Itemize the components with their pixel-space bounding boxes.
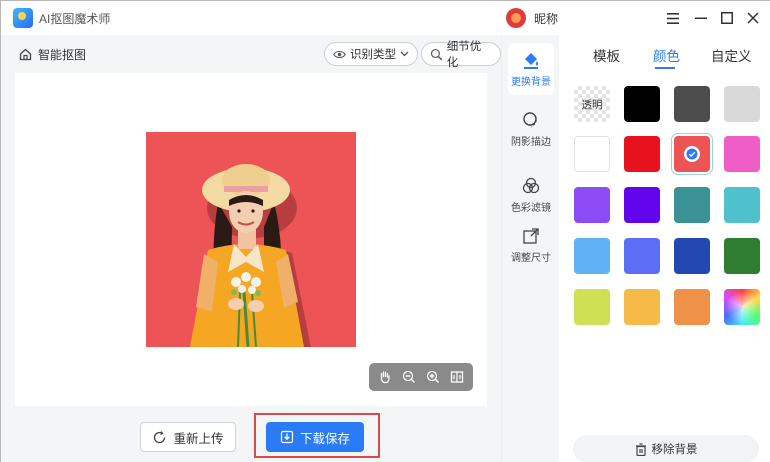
minimize-icon <box>695 17 707 19</box>
tool-shadow-outline[interactable]: 阴影描边 <box>508 103 554 155</box>
menu-button[interactable] <box>663 8 683 28</box>
paint-bucket-icon <box>524 53 538 69</box>
color-swatch[interactable] <box>574 289 610 325</box>
home-icon <box>19 48 32 61</box>
pan-hand-button[interactable] <box>376 368 394 386</box>
cutout-photo <box>146 132 356 347</box>
download-icon <box>280 430 294 444</box>
zoom-out-button[interactable] <box>400 368 418 386</box>
person-figure <box>190 164 311 347</box>
color-swatch[interactable] <box>724 187 760 223</box>
recognize-type-label: 识别类型 <box>350 49 396 61</box>
reupload-label: 重新上传 <box>173 431 224 446</box>
remove-background-label: 移除背景 <box>651 444 698 456</box>
compare-icon <box>450 371 464 383</box>
swatch-custom-color[interactable] <box>724 289 760 325</box>
download-highlight: 下载保存 <box>254 413 380 458</box>
download-save-button[interactable]: 下载保存 <box>266 422 364 452</box>
recognize-type-dropdown[interactable]: 识别类型 <box>324 42 418 66</box>
color-filter-icon <box>522 177 540 194</box>
tab-color[interactable]: 颜色 <box>653 45 680 65</box>
color-swatch[interactable] <box>674 289 710 325</box>
panel-tabs: 模板 颜色 自定义 <box>559 35 770 71</box>
color-swatch[interactable] <box>674 136 710 172</box>
avatar[interactable] <box>506 8 526 28</box>
color-swatch[interactable] <box>724 86 760 122</box>
resize-icon <box>523 228 539 244</box>
color-swatch[interactable] <box>724 238 760 274</box>
detail-optimize-label: 细节优化 <box>446 41 482 69</box>
workspace-toolbar: 智能抠图 识别类型 细节优化 <box>1 35 501 73</box>
color-swatch[interactable] <box>624 289 660 325</box>
zoom-in-icon <box>426 370 439 383</box>
zoom-toolbar <box>369 363 473 391</box>
color-swatch[interactable] <box>674 238 710 274</box>
minimize-button[interactable] <box>691 8 711 28</box>
hand-icon <box>380 371 390 384</box>
smart-cut-tab[interactable]: 智能抠图 <box>19 46 86 63</box>
refresh-icon <box>154 430 166 443</box>
color-swatch[interactable] <box>624 136 660 172</box>
maximize-icon <box>721 12 733 24</box>
background-panel: 模板 颜色 自定义 透明 移除背景 <box>559 35 770 462</box>
app-window: AI抠图魔术师 昵称 智能抠图 识别类型 细节优化 重新上传 下载保存 更换背景… <box>0 0 770 462</box>
zoom-in-button[interactable] <box>424 368 442 386</box>
tool-sidebar: 更换背景 阴影描边 色彩滤镜 调整尺寸 <box>501 35 559 462</box>
tab-template[interactable]: 模板 <box>593 45 620 65</box>
smart-cut-label: 智能抠图 <box>38 48 87 62</box>
color-swatch[interactable] <box>574 187 610 223</box>
chevron-down-icon <box>400 51 409 57</box>
color-swatch[interactable] <box>574 136 610 172</box>
tool-color-filter[interactable]: 色彩滤镜 <box>508 169 554 221</box>
nickname[interactable]: 昵称 <box>534 10 558 27</box>
color-swatch[interactable] <box>674 187 710 223</box>
reupload-button[interactable]: 重新上传 <box>140 422 236 452</box>
tool-label: 阴影描边 <box>511 137 551 148</box>
tool-change-background[interactable]: 更换背景 <box>508 43 554 95</box>
title-bar: AI抠图魔术师 昵称 <box>1 1 770 35</box>
remove-background-button[interactable]: 移除背景 <box>573 435 759 462</box>
preview-canvas <box>15 73 487 406</box>
active-tab-indicator <box>655 67 675 69</box>
download-save-label: 下载保存 <box>299 431 350 446</box>
detail-optimize-button[interactable]: 细节优化 <box>421 41 501 69</box>
color-swatch[interactable] <box>624 187 660 223</box>
workspace: 智能抠图 识别类型 细节优化 重新上传 下载保存 <box>1 35 501 462</box>
app-logo-icon <box>13 8 33 28</box>
tool-label: 调整尺寸 <box>511 253 551 264</box>
color-swatch[interactable] <box>674 86 710 122</box>
swatch-transparent[interactable]: 透明 <box>574 86 610 122</box>
magnifier-icon <box>430 48 443 60</box>
fit-compare-button[interactable] <box>448 368 466 386</box>
shadow-outline-icon <box>523 112 537 127</box>
maximize-button[interactable] <box>717 8 737 28</box>
menu-icon <box>667 12 679 24</box>
tab-custom[interactable]: 自定义 <box>711 45 752 65</box>
checkmark-icon <box>684 146 700 162</box>
color-swatch[interactable] <box>724 136 760 172</box>
close-button[interactable] <box>743 8 763 28</box>
swatch-transparent-label: 透明 <box>581 98 603 111</box>
color-swatch[interactable] <box>624 238 660 274</box>
color-swatch[interactable] <box>574 238 610 274</box>
trash-icon <box>635 442 646 456</box>
eye-icon <box>333 50 346 58</box>
tool-resize[interactable]: 调整尺寸 <box>508 219 554 271</box>
app-title: AI抠图魔术师 <box>39 12 111 26</box>
close-icon <box>747 12 759 24</box>
zoom-out-icon <box>402 370 415 383</box>
tool-label: 更换背景 <box>511 77 551 88</box>
color-swatch[interactable] <box>624 86 660 122</box>
tool-label: 色彩滤镜 <box>511 203 551 214</box>
